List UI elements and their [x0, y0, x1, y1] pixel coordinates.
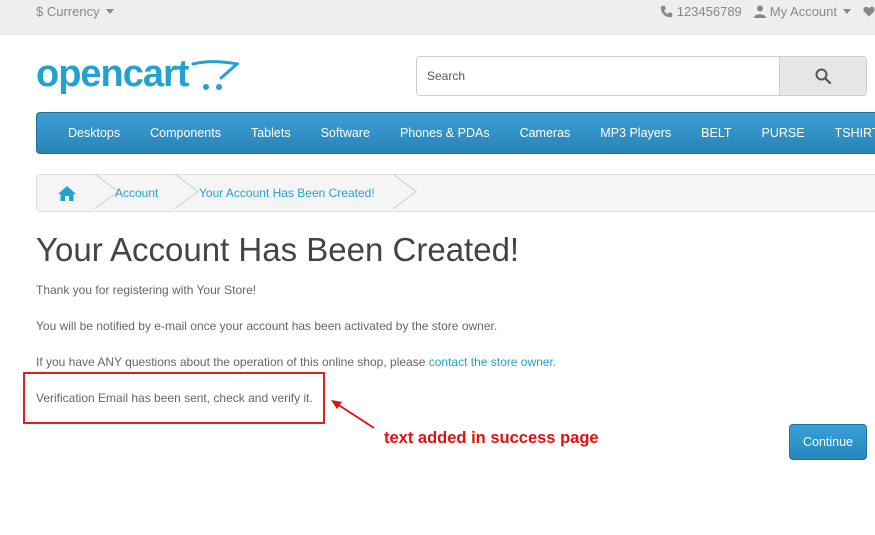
- menu-item-software[interactable]: Software: [306, 113, 385, 153]
- message-thanks: Thank you for registering with Your Stor…: [36, 283, 257, 297]
- cart-icon: [191, 60, 239, 90]
- chevron-down-icon: [105, 9, 114, 14]
- search-button[interactable]: [779, 57, 866, 95]
- annotation-highlight-box: [23, 372, 325, 424]
- currency-dropdown[interactable]: $ Currency: [36, 4, 114, 19]
- menu-item-tshirt[interactable]: TSHIRT: [820, 113, 875, 153]
- page-title: Your Account Has Been Created!: [36, 231, 520, 268]
- my-account-dropdown[interactable]: My Account: [753, 4, 851, 19]
- menu-item-purse[interactable]: PURSE: [747, 113, 820, 153]
- menu-item-components[interactable]: Components: [135, 113, 236, 153]
- menu-item-mp3-players[interactable]: MP3 Players: [585, 113, 686, 153]
- logo-text: opencart: [36, 53, 189, 95]
- chevron-down-icon: [843, 9, 851, 14]
- menu-item-cameras[interactable]: Cameras: [505, 113, 586, 153]
- breadcrumb-current[interactable]: Your Account Has Been Created!: [177, 175, 395, 211]
- phone-link[interactable]: 123456789: [660, 4, 742, 19]
- contact-store-owner-link[interactable]: contact the store owner.: [429, 355, 556, 369]
- user-icon: [753, 5, 766, 18]
- breadcrumb: Account Your Account Has Been Created!: [36, 174, 875, 212]
- top-bar: $ Currency 123456789 My Account: [0, 0, 875, 35]
- message-questions: If you have ANY questions about the oper…: [36, 354, 556, 370]
- wishlist-link[interactable]: [863, 5, 875, 18]
- menu-item-phones-pdas[interactable]: Phones & PDAs: [385, 113, 505, 153]
- heart-icon: [863, 6, 875, 17]
- annotation-text: text added in success page: [384, 429, 599, 447]
- my-account-label: My Account: [769, 4, 837, 19]
- main-menu: Desktops Components Tablets Software Pho…: [36, 112, 875, 154]
- menu-item-desktops[interactable]: Desktops: [37, 113, 135, 153]
- currency-label: $ Currency: [36, 4, 100, 19]
- search-input[interactable]: [417, 57, 779, 95]
- message-questions-text: If you have ANY questions about the oper…: [36, 355, 429, 369]
- annotation-arrow-icon: [331, 400, 375, 429]
- logo[interactable]: opencart: [36, 54, 241, 100]
- search-box: [416, 56, 867, 96]
- phone-number: 123456789: [676, 4, 742, 19]
- menu-item-belt[interactable]: BELT: [686, 113, 746, 153]
- search-icon: [815, 68, 831, 84]
- menu-item-tablets[interactable]: Tablets: [236, 113, 306, 153]
- message-notify: You will be notified by e-mail once your…: [36, 319, 498, 333]
- continue-button[interactable]: Continue: [789, 424, 867, 460]
- phone-icon: [660, 5, 672, 18]
